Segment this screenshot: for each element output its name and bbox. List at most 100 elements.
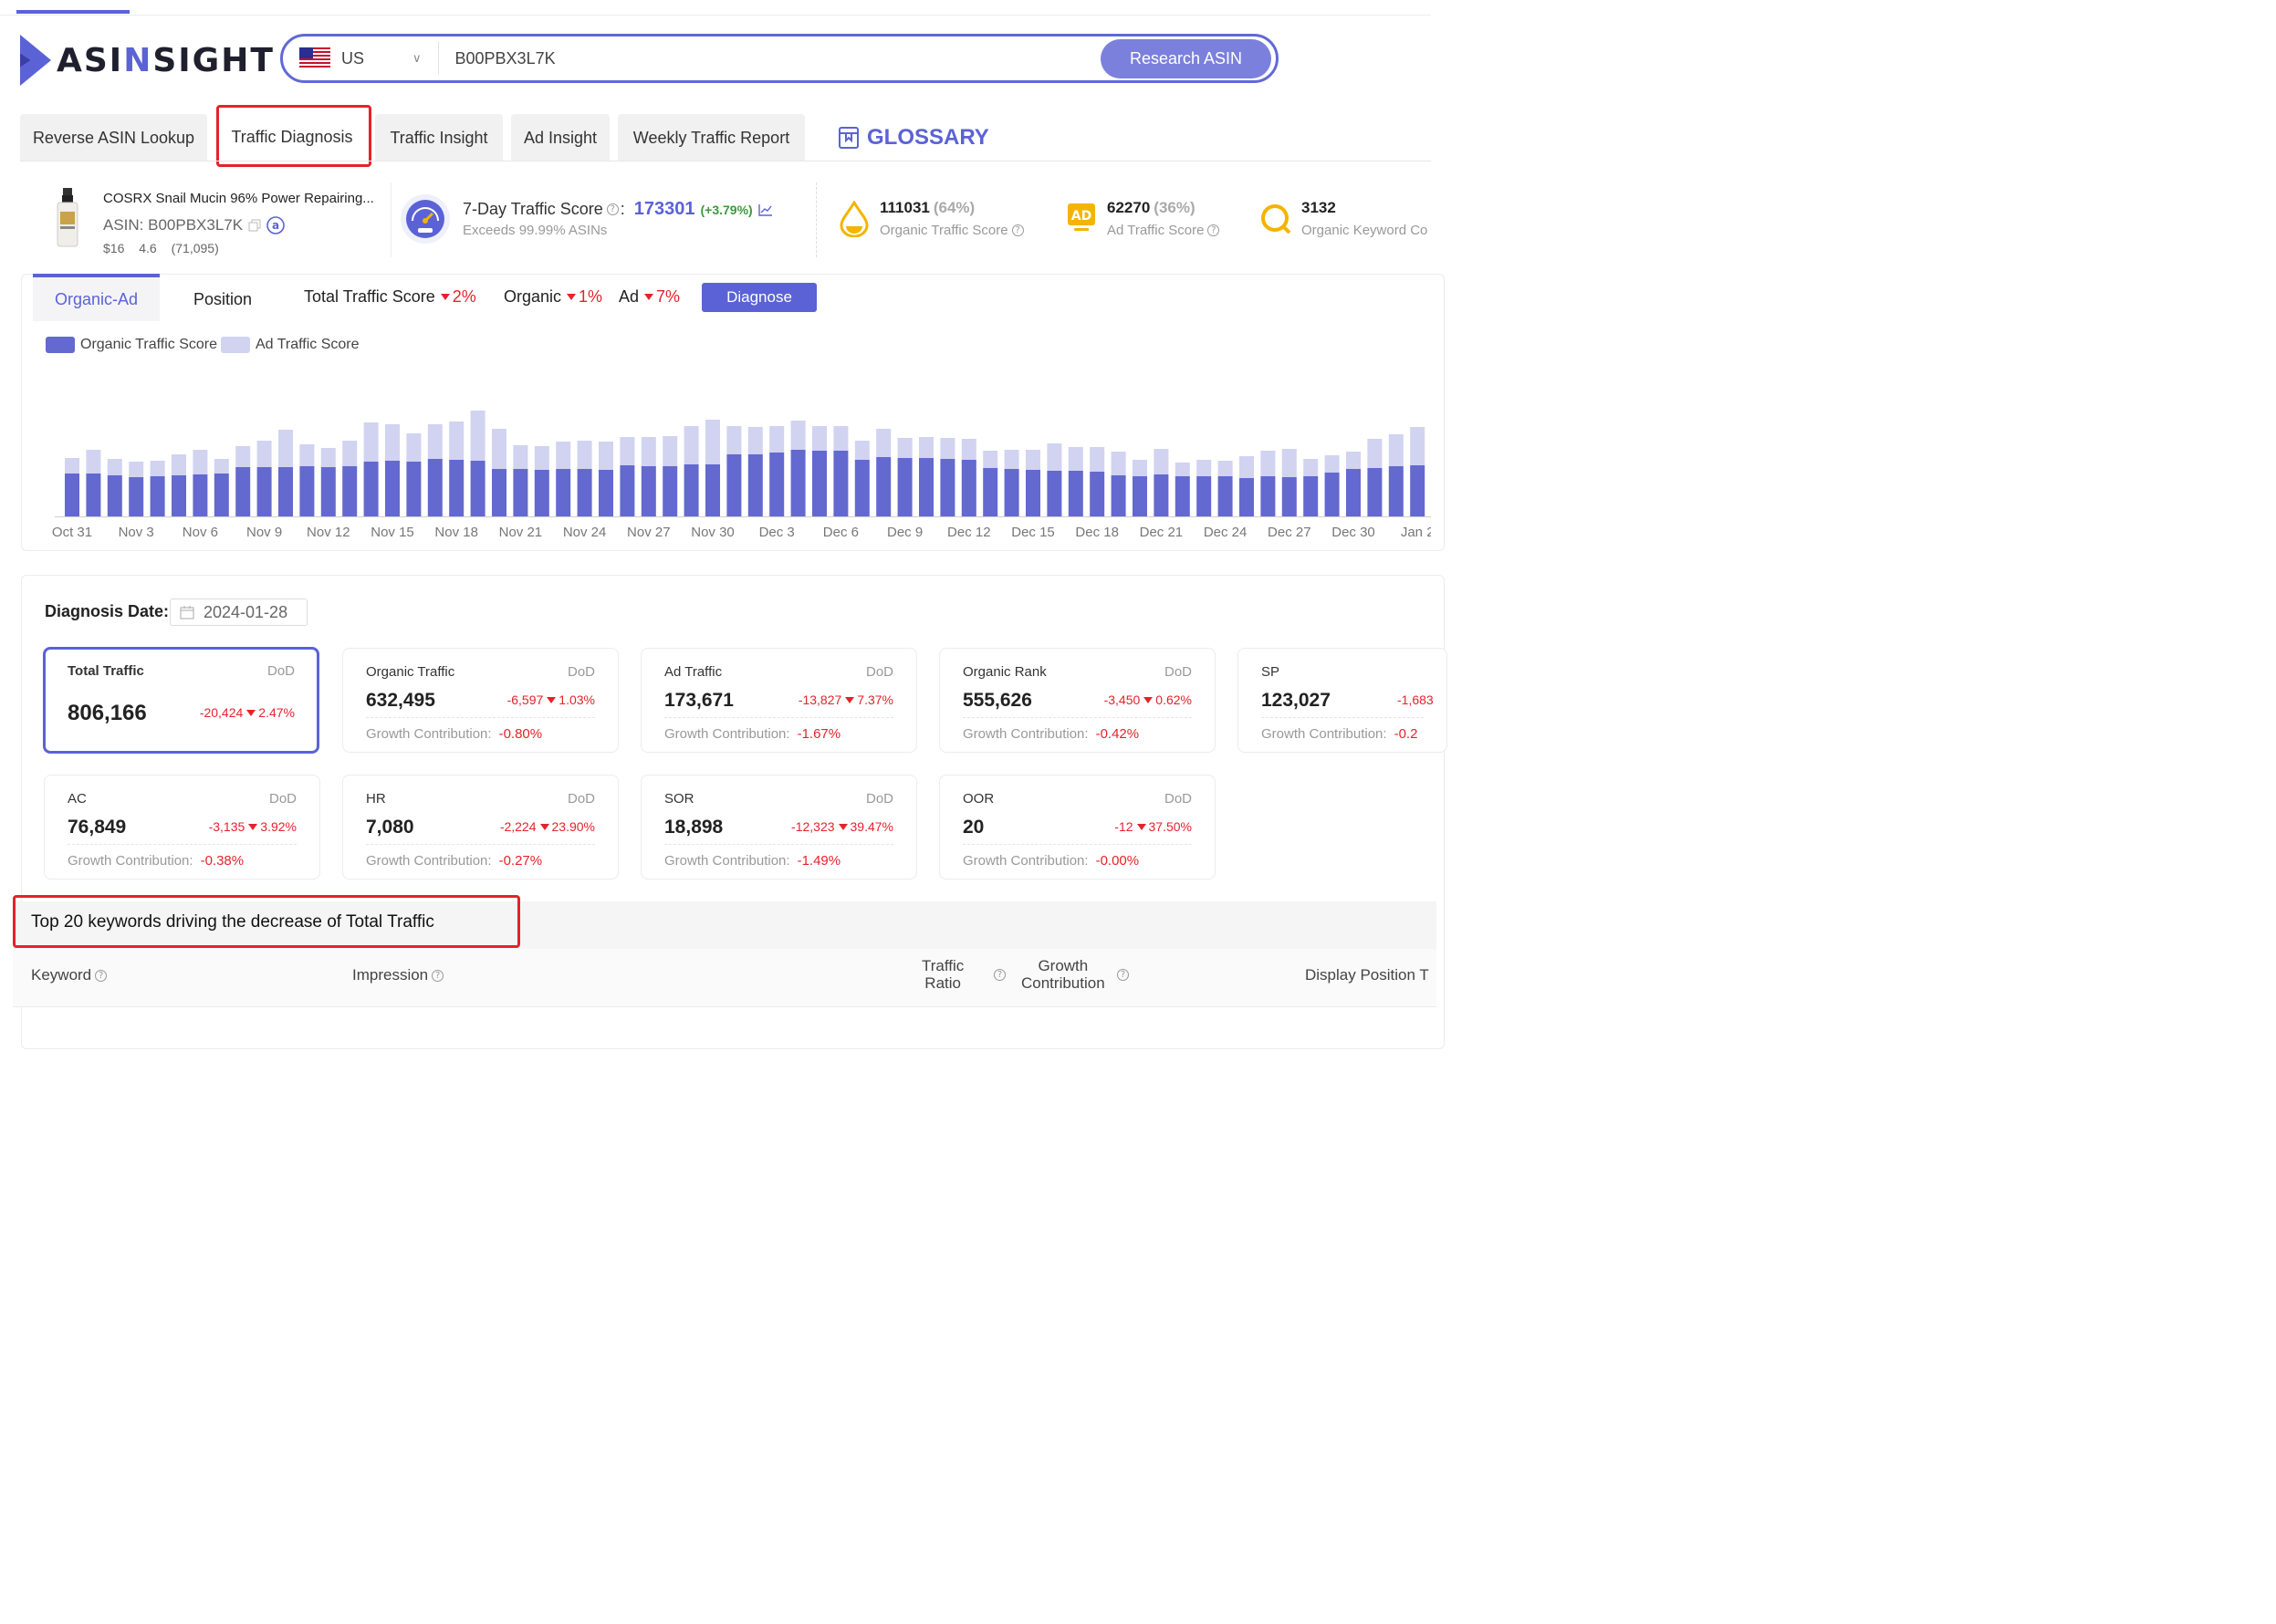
metric-card-organic-traffic[interactable]: Organic Traffic DoD 632,495 -6,597 1.03% … — [342, 648, 619, 753]
column-traffic-ratio[interactable]: Traffic Ratio — [922, 957, 964, 992]
bar-organic[interactable] — [1154, 474, 1169, 516]
bar-ad[interactable] — [1239, 456, 1254, 478]
bar-ad[interactable] — [577, 441, 592, 469]
bar-ad[interactable] — [726, 426, 742, 454]
bar-organic[interactable] — [427, 459, 443, 516]
bar-ad[interactable] — [449, 422, 465, 460]
bar-organic[interactable] — [193, 474, 208, 516]
help-icon[interactable]: ? — [432, 969, 444, 982]
bar-organic[interactable] — [107, 475, 122, 516]
chevron-down-icon[interactable]: ∨ — [412, 51, 422, 66]
help-icon[interactable]: ? — [95, 969, 108, 982]
bar-ad[interactable] — [534, 446, 549, 470]
bar-organic[interactable] — [1260, 476, 1276, 516]
bar-organic[interactable] — [1346, 469, 1361, 516]
bar-organic[interactable] — [86, 474, 101, 516]
bar-ad[interactable] — [65, 458, 79, 474]
country-select[interactable]: US — [341, 49, 405, 68]
bar-organic[interactable] — [726, 454, 742, 516]
bar-organic[interactable] — [1026, 470, 1040, 516]
metric-card-sp[interactable]: SP 123,027 -1,683 Growth Contribution: -0… — [1237, 648, 1447, 753]
metric-card-hr[interactable]: HR DoD 7,080 -2,224 23.90% Growth Contrib… — [342, 775, 619, 880]
bar-ad[interactable] — [1090, 447, 1105, 472]
bar-ad[interactable] — [1346, 452, 1361, 469]
bar-organic[interactable] — [449, 460, 465, 516]
column-impression[interactable]: Impression? — [352, 966, 444, 984]
bar-ad[interactable] — [1410, 427, 1425, 465]
column-display-position[interactable]: Display Position T — [1305, 966, 1429, 984]
bar-ad[interactable] — [427, 424, 443, 459]
bar-ad[interactable] — [1217, 461, 1233, 476]
bar-organic[interactable] — [129, 477, 144, 516]
bar-organic[interactable] — [1196, 476, 1212, 516]
help-icon[interactable]: ? — [1207, 224, 1220, 236]
bar-ad[interactable] — [599, 442, 613, 470]
asin-input[interactable] — [454, 48, 1058, 68]
bar-organic[interactable] — [620, 465, 635, 516]
bar-ad[interactable] — [278, 430, 293, 467]
bar-organic[interactable] — [1388, 466, 1404, 516]
research-asin-button[interactable]: Research ASIN — [1101, 39, 1271, 78]
bar-ad[interactable] — [299, 444, 315, 466]
bar-organic[interactable] — [854, 460, 870, 516]
bar-ad[interactable] — [556, 442, 571, 469]
bar-ad[interactable] — [1303, 459, 1319, 476]
bar-organic[interactable] — [492, 469, 506, 516]
bar-ad[interactable] — [876, 429, 892, 457]
bar-organic[interactable] — [299, 466, 315, 516]
bar-organic[interactable] — [919, 458, 934, 516]
bar-organic[interactable] — [470, 461, 485, 516]
bar-organic[interactable] — [599, 470, 613, 516]
bar-organic[interactable] — [812, 451, 827, 516]
bar-ad[interactable] — [790, 421, 806, 450]
help-icon[interactable]: ? — [994, 969, 1006, 981]
tab-traffic-insight[interactable]: Traffic Insight — [375, 114, 503, 161]
subtab-position[interactable]: Position — [173, 277, 272, 321]
bar-ad[interactable] — [193, 450, 208, 474]
bar-organic[interactable] — [663, 466, 678, 516]
bar-ad[interactable] — [385, 424, 400, 461]
bar-organic[interactable] — [342, 466, 358, 516]
trend-chart-icon[interactable] — [758, 203, 773, 216]
metric-card-total-traffic[interactable]: Total Traffic DoD 806,166 -20,424 2.47% — [43, 647, 319, 754]
bar-organic[interactable] — [961, 460, 976, 516]
bar-organic[interactable] — [406, 462, 422, 516]
diagnose-button[interactable]: Diagnose — [702, 283, 817, 312]
help-icon[interactable]: ? — [1117, 969, 1129, 981]
bar-organic[interactable] — [1133, 476, 1147, 516]
bar-organic[interactable] — [940, 459, 955, 516]
bar-organic[interactable] — [1239, 478, 1254, 516]
bar-ad[interactable] — [897, 438, 913, 458]
column-growth-contribution[interactable]: Growth Contribution — [1021, 957, 1105, 992]
copy-icon[interactable] — [248, 219, 261, 232]
bar-ad[interactable] — [1388, 434, 1404, 466]
bar-ad[interactable] — [812, 426, 827, 451]
bar-organic[interactable] — [747, 454, 763, 516]
bar-organic[interactable] — [214, 474, 229, 516]
bar-organic[interactable] — [983, 468, 998, 516]
bar-organic[interactable] — [235, 467, 251, 516]
bar-organic[interactable] — [897, 458, 913, 516]
bar-organic[interactable] — [1047, 471, 1062, 516]
bar-organic[interactable] — [385, 461, 400, 516]
bar-organic[interactable] — [833, 451, 849, 516]
bar-ad[interactable] — [150, 461, 165, 476]
bar-ad[interactable] — [705, 420, 720, 464]
legend-organic[interactable]: Organic Traffic Score — [46, 337, 217, 353]
bar-ad[interactable] — [1196, 460, 1212, 476]
metric-card-sor[interactable]: SOR DoD 18,898 -12,323 39.47% Growth Cont… — [641, 775, 917, 880]
bar-ad[interactable] — [513, 445, 528, 469]
bar-organic[interactable] — [705, 464, 720, 516]
bar-organic[interactable] — [363, 462, 379, 516]
bar-ad[interactable] — [470, 411, 485, 461]
legend-ad[interactable]: Ad Traffic Score — [221, 337, 360, 353]
bar-organic[interactable] — [684, 464, 699, 516]
bar-organic[interactable] — [577, 469, 592, 516]
bar-ad[interactable] — [1154, 449, 1169, 474]
bar-ad[interactable] — [363, 422, 379, 462]
bar-ad[interactable] — [833, 426, 849, 451]
bar-organic[interactable] — [556, 469, 571, 516]
column-keyword[interactable]: Keyword? — [31, 966, 108, 984]
bar-ad[interactable] — [1111, 452, 1126, 475]
bar-organic[interactable] — [1090, 472, 1105, 516]
